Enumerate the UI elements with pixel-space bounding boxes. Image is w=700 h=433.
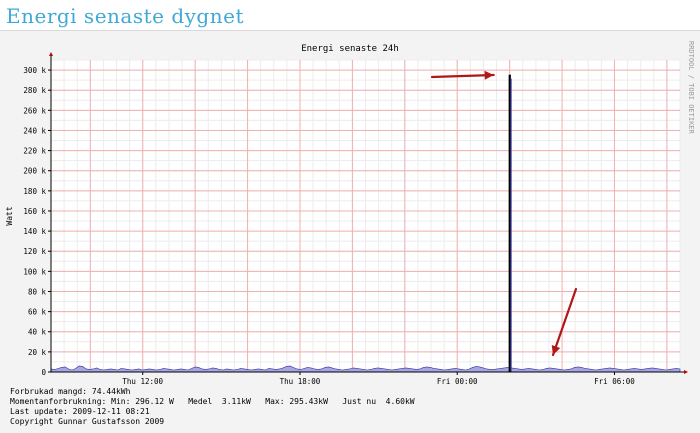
x-tick-label: Thu 12:00: [122, 377, 163, 386]
rrdtool-watermark: RRDTOOL / TOBI OETIKER: [687, 41, 695, 135]
y-tick-label: 160 k: [23, 207, 46, 216]
y-tick-label: 220 k: [23, 147, 46, 156]
y-axis-label: Watt: [5, 206, 14, 225]
chart-title: Energi senaste 24h: [301, 44, 399, 54]
stats-last-update: Last update: 2009-12-11 08:21: [10, 407, 150, 416]
y-tick-label: 300 k: [23, 66, 46, 75]
x-tick-label: Fri 06:00: [594, 377, 635, 386]
x-tick-label: Thu 18:00: [280, 377, 321, 386]
y-tick-label: 20 k: [28, 348, 47, 357]
y-tick-label: 280 k: [23, 86, 46, 95]
y-tick-label: 80 k: [28, 287, 47, 296]
y-tick-label: 200 k: [23, 167, 46, 176]
y-tick-label: 120 k: [23, 247, 46, 256]
y-tick-label: 100 k: [23, 267, 46, 276]
y-tick-label: 140 k: [23, 227, 46, 236]
x-tick-label: Fri 00:00: [437, 377, 478, 386]
stats-copyright: Copyright Gunnar Gustafsson 2009: [10, 417, 165, 426]
spike-bar: [508, 74, 511, 372]
y-tick-label: 0: [41, 368, 46, 377]
energy-chart: 0 20 k 40 k 60 k 80 k 100 k 120 k 140 k 160 k 180…: [5, 41, 695, 386]
x-axis-arrow-head: [684, 370, 688, 374]
stats-total-energy: Forbrukad mangd: 74.44kWh: [10, 387, 131, 396]
y-tick-label: 40 k: [28, 328, 47, 337]
y-tick-label: 60 k: [28, 308, 47, 317]
y-axis-arrow-head: [49, 52, 53, 56]
stats-block: Forbrukad mangd: 74.44kWh Momentanforbru…: [10, 387, 415, 427]
stats-instant-usage: Momentanforbrukning: Min: 296.12 W Medel…: [10, 397, 415, 406]
graph-panel: 0 20 k 40 k 60 k 80 k 100 k 120 k 140 k 160 k 180…: [0, 30, 700, 433]
y-tick-label: 180 k: [23, 187, 46, 196]
y-tick-label: 260 k: [23, 106, 46, 115]
page-heading: Energi senaste dygnet: [6, 4, 244, 28]
y-tick-label: 240 k: [23, 126, 46, 135]
